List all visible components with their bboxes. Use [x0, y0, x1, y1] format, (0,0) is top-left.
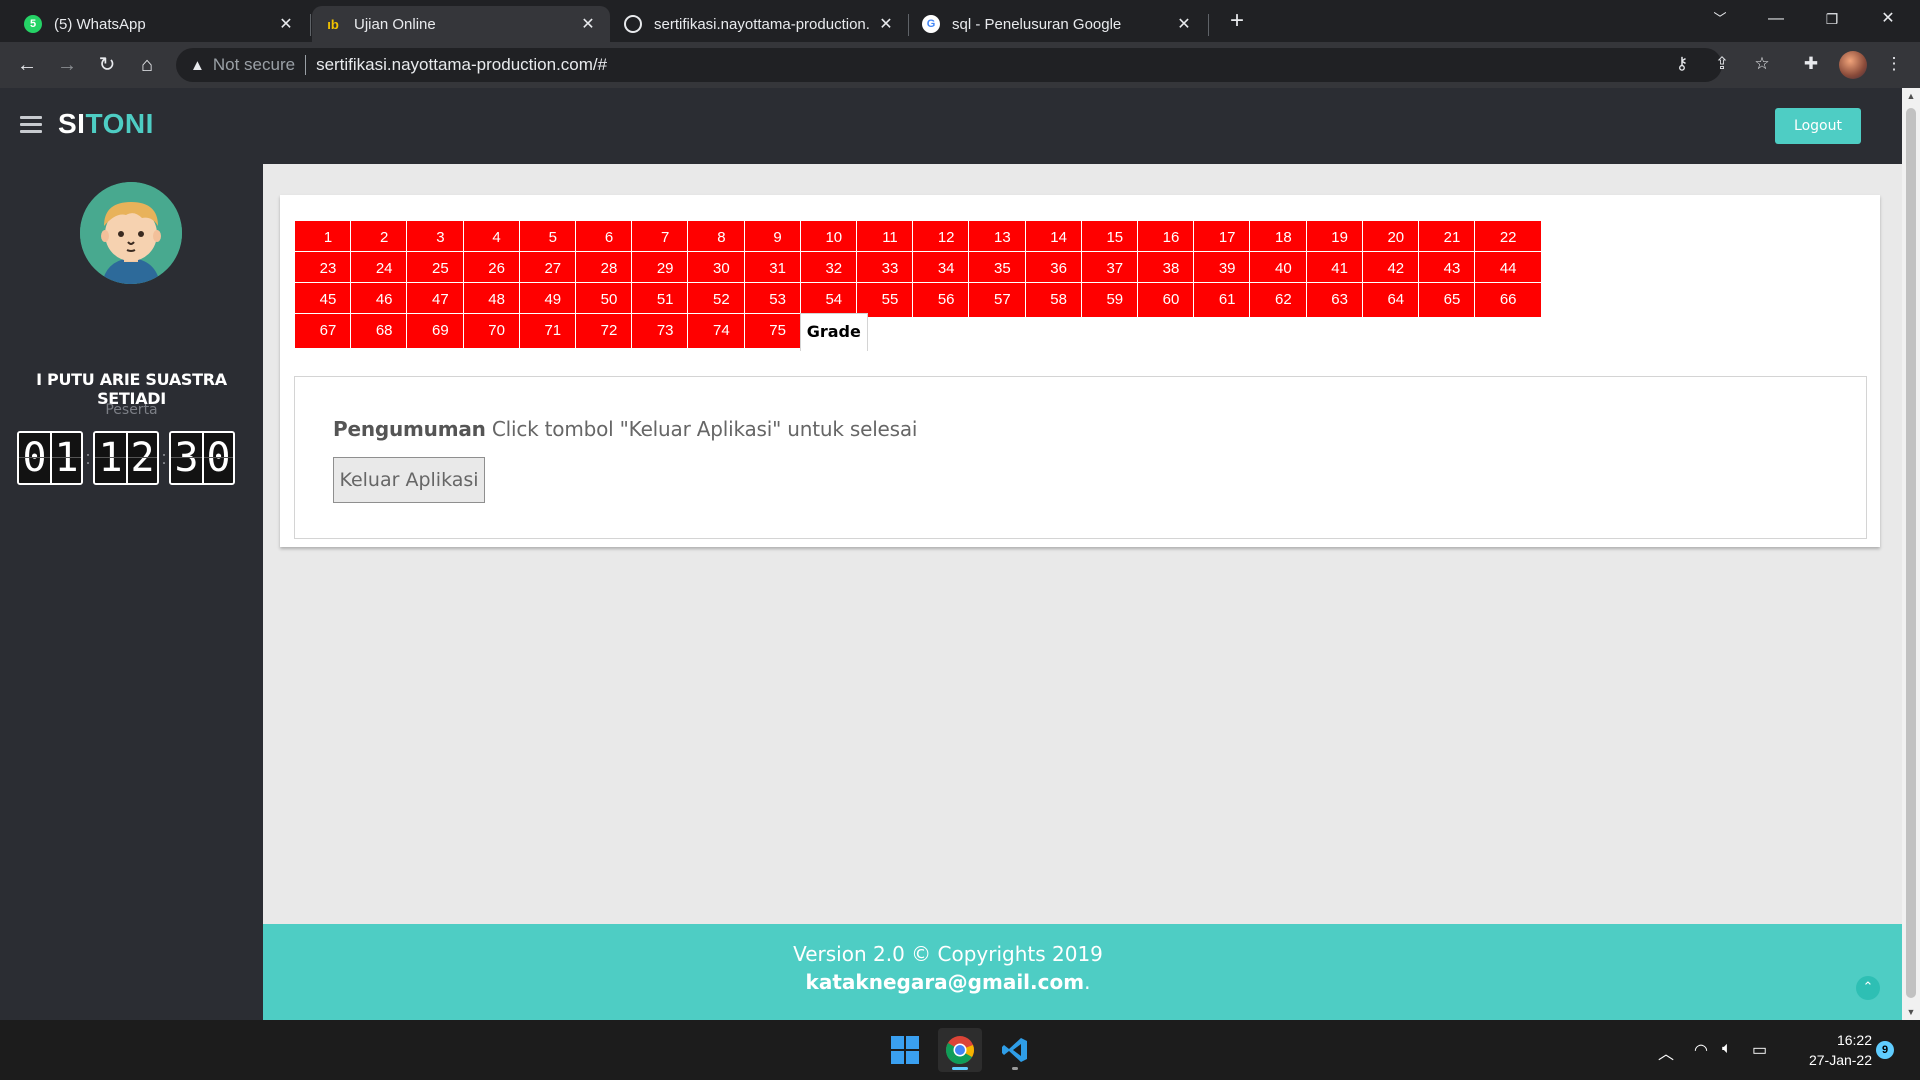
notification-badge[interactable]: 9 — [1876, 1041, 1894, 1059]
timer-digit: 2 — [126, 433, 157, 483]
avatar-illustration — [80, 182, 182, 284]
timer-seconds: 3 0 — [169, 431, 235, 485]
tab-ujian-online[interactable]: ıb Ujian Online ✕ — [312, 6, 610, 42]
omnibox-divider — [305, 55, 307, 75]
footer-email[interactable]: kataknegara@gmail.com — [806, 970, 1085, 994]
taskbar: ︿ ◠ 🔈︎ ▭ 16:22 27-Jan-22 9 — [0, 1020, 1920, 1080]
tab-title: sql - Penelusuran Google — [952, 15, 1122, 33]
avatar — [80, 182, 182, 284]
app-header: SITONI Logout — [0, 88, 1902, 164]
logo-part1: SI — [58, 108, 86, 139]
restore-icon[interactable]: ❐ — [1804, 0, 1860, 38]
key-icon[interactable]: ⚷ — [1668, 50, 1696, 78]
new-tab-button[interactable]: + — [1222, 6, 1252, 36]
close-icon[interactable]: ✕ — [876, 14, 896, 34]
chrome-logo — [946, 1036, 974, 1065]
vscode-logo — [1002, 1038, 1027, 1062]
announcement-title: Pengumuman — [333, 417, 486, 441]
tab-title: Ujian Online — [354, 15, 436, 33]
security-label[interactable]: Not secure — [213, 55, 295, 75]
battery-icon[interactable]: ▭ — [1752, 1040, 1767, 1060]
ujian-icon: ıb — [327, 16, 339, 32]
timer-hours: 0 1 — [17, 431, 83, 485]
windows-logo — [891, 1036, 919, 1064]
window-close-icon[interactable]: ✕ — [1860, 0, 1916, 38]
page-scrollbar[interactable]: ▲ ▼ — [1902, 88, 1920, 1020]
scroll-up-icon[interactable]: ▲ — [1902, 88, 1920, 104]
volume-icon[interactable]: 🔈︎ — [1722, 1040, 1732, 1058]
app-logo[interactable]: SITONI — [58, 108, 154, 140]
close-icon[interactable]: ✕ — [276, 14, 296, 34]
footer-version: Version 2.0 © Copyrights 2019 — [793, 942, 1103, 966]
share-icon[interactable]: ⇪ — [1708, 50, 1736, 78]
tab-sertifikasi[interactable]: sertifikasi.nayottama-production. ✕ — [612, 6, 908, 42]
extensions-icon[interactable]: ✚ — [1797, 50, 1825, 78]
tab-separator — [1208, 14, 1209, 36]
timer-digit: 0 — [19, 433, 50, 483]
exam-card: 1 2 3 4 5 6 7 8 9 10 11 12 13 14 15 16 17 18 19 20 21 22 23 24 2… — [280, 195, 1880, 547]
timer-digit: 0 — [202, 433, 233, 483]
browser-tabstrip: 5 (5) WhatsApp ✕ ıb Ujian Online ✕ serti… — [0, 0, 1920, 42]
back-icon[interactable]: ← — [12, 50, 42, 80]
logout-button[interactable]: Logout — [1775, 108, 1861, 144]
tray-chevron-icon[interactable]: ︿ — [1658, 1040, 1674, 1064]
close-icon[interactable]: ✕ — [1174, 14, 1194, 34]
tab-separator — [310, 14, 311, 36]
timer-colon: : — [161, 447, 167, 468]
active-indicator — [952, 1067, 968, 1070]
grade-tab[interactable]: Grade — [799, 313, 868, 351]
tab-separator — [908, 14, 909, 36]
profile-avatar[interactable] — [1839, 51, 1867, 79]
clock-date: 27-Jan-22 — [1808, 1052, 1872, 1068]
windows-start-icon[interactable] — [883, 1028, 927, 1072]
footer-email-suffix: . — [1084, 970, 1091, 994]
timer-digit: 3 — [171, 433, 202, 483]
browser-toolbar: ← → ↻ ⌂ ▲ Not secure sertifikasi.nayotta… — [0, 42, 1920, 88]
forward-icon[interactable]: → — [52, 50, 82, 80]
menu-dots-icon[interactable]: ⋮ — [1880, 50, 1908, 78]
taskbar-clock[interactable]: 16:22 27-Jan-22 — [1790, 1030, 1872, 1070]
wifi-icon[interactable]: ◠ — [1694, 1040, 1708, 1060]
exit-app-button[interactable]: Keluar Aplikasi — [333, 457, 485, 503]
timer-digit: 1 — [50, 433, 81, 483]
whatsapp-icon: 5 — [24, 15, 42, 33]
announcement-message: Click tombol "Keluar Aplikasi" untuk sel… — [491, 417, 918, 441]
footer: Version 2.0 © Copyrights 2019 kataknegar… — [263, 924, 1902, 1020]
timer-digit: 1 — [95, 433, 126, 483]
page-viewport: SITONI Logout I PUTU ARIE SUASTRA SETIAD… — [0, 88, 1902, 1020]
timer-colon: : — [85, 447, 91, 468]
tab-title: sertifikasi.nayottama-production. — [654, 15, 870, 33]
url-text[interactable]: sertifikasi.nayottama-production.com/# — [316, 55, 607, 75]
tab-whatsapp[interactable]: 5 (5) WhatsApp ✕ — [12, 6, 308, 42]
timer-minutes: 1 2 — [93, 431, 159, 485]
scroll-down-icon[interactable]: ▼ — [1902, 1004, 1920, 1020]
reload-icon[interactable]: ↻ — [92, 50, 122, 80]
scrollbar-thumb[interactable] — [1906, 108, 1916, 998]
announcement-text: Pengumuman Click tombol "Keluar Aplikasi… — [333, 417, 917, 441]
close-icon[interactable]: ✕ — [578, 14, 598, 34]
warning-icon[interactable]: ▲ — [190, 57, 205, 74]
google-icon: G — [922, 15, 940, 33]
logo-part2: TONI — [85, 108, 154, 139]
question-button[interactable]: 66 — [1474, 282, 1543, 318]
hamburger-menu-icon[interactable] — [20, 116, 42, 134]
tab-search-icon[interactable]: ﹀ — [1692, 0, 1748, 38]
tab-google-search[interactable]: G sql - Penelusuran Google ✕ — [910, 6, 1206, 42]
scroll-to-top-icon[interactable]: ⌃ — [1856, 976, 1880, 1000]
footer-email-line: kataknegara@gmail.com. — [263, 970, 1633, 994]
tab-title: (5) WhatsApp — [54, 15, 146, 33]
chrome-taskbar-icon[interactable] — [938, 1028, 982, 1072]
user-role: Peserta — [105, 402, 158, 418]
clock-time: 16:22 — [1836, 1032, 1872, 1048]
vscode-taskbar-icon[interactable] — [993, 1028, 1037, 1072]
bookmark-star-icon[interactable]: ☆ — [1748, 50, 1776, 78]
announcement-panel: Pengumuman Click tombol "Keluar Aplikasi… — [294, 376, 1867, 539]
minimize-icon[interactable]: — — [1748, 0, 1804, 38]
address-bar[interactable]: ▲ Not secure sertifikasi.nayottama-produ… — [176, 48, 1722, 82]
countdown-timer: 0 1 : 1 2 : 3 0 — [17, 430, 235, 486]
sidebar: I PUTU ARIE SUASTRA SETIADI Peserta 0 1 … — [0, 164, 263, 1020]
globe-icon — [624, 15, 642, 33]
home-icon[interactable]: ⌂ — [132, 50, 162, 80]
running-indicator — [1012, 1067, 1018, 1070]
